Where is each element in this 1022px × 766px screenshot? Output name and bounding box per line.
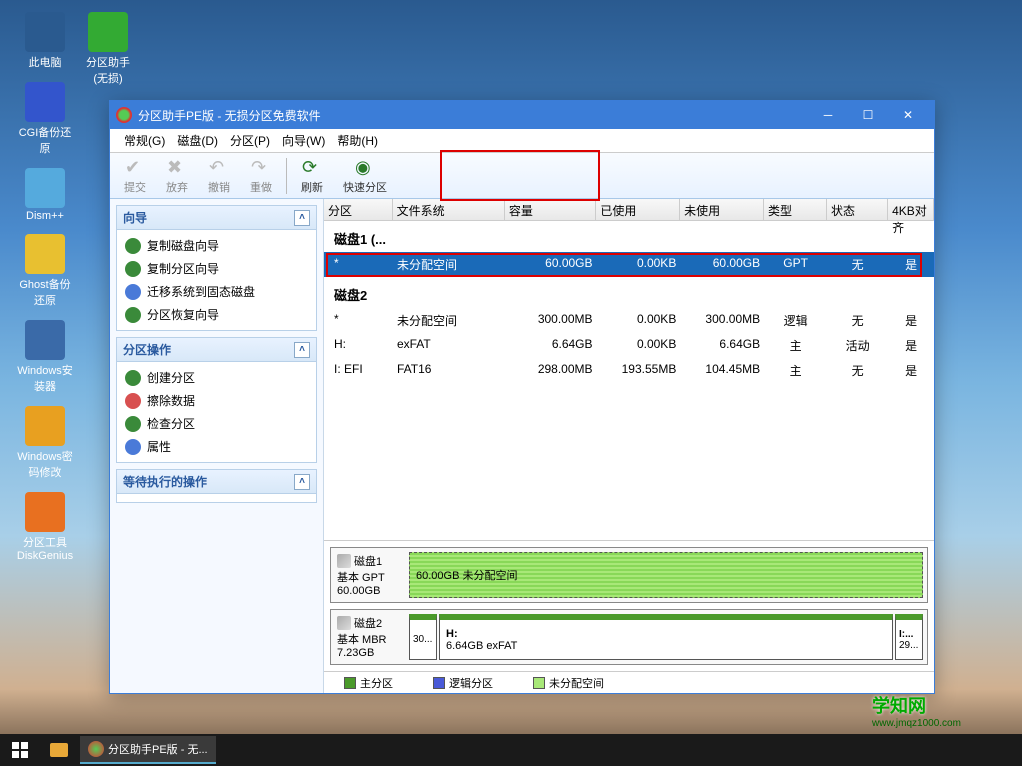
disk-header[interactable]: 磁盘1 (... (324, 221, 934, 252)
sidebar: 向导˄ 复制磁盘向导复制分区向导迁移系统到固态磁盘分区恢复向导分区操作˄ 创建分区擦… (110, 199, 324, 693)
titlebar[interactable]: 分区助手PE版 - 无损分区免费软件 ─ ☐ ✕ (110, 101, 934, 129)
panel-header[interactable]: 向导˄ (117, 206, 316, 230)
legend: 主分区 逻辑分区 未分配空间 (324, 671, 934, 693)
column-header[interactable]: 分区 (324, 199, 393, 220)
toolbar-撤销[interactable]: ↶撤销 (198, 155, 240, 197)
disk-info: 磁盘1基本 GPT60.00GB (335, 552, 405, 598)
column-header[interactable]: 4KB对齐 (888, 199, 934, 220)
desktop-icon[interactable]: 此电脑 (15, 10, 75, 72)
disk-map[interactable]: 磁盘1基本 GPT60.00GB60.00GB 未分配空间 (330, 547, 928, 603)
partition-row[interactable]: *未分配空间60.00GB0.00KB60.00GBGPT无是 (324, 252, 934, 277)
start-button[interactable] (0, 734, 40, 766)
sidebar-item[interactable]: 擦除数据 (119, 389, 314, 412)
partition-row[interactable]: H:exFAT6.64GB0.00KB6.64GB主活动是 (324, 333, 934, 358)
menu-item[interactable]: 常规(G) (118, 132, 171, 149)
sidebar-item[interactable]: 创建分区 (119, 366, 314, 389)
collapse-button[interactable]: ˄ (294, 210, 310, 226)
desktop-icon[interactable]: Windows密码修改 (15, 404, 75, 482)
menu-item[interactable]: 磁盘(D) (171, 132, 224, 149)
disk-segment[interactable]: H:6.64GB exFAT (439, 614, 893, 660)
taskbar-app[interactable]: 分区助手PE版 - 无... (80, 736, 216, 764)
disk-map[interactable]: 磁盘2基本 MBR7.23GB30...H:6.64GB exFATI:...2… (330, 609, 928, 665)
desktop-icon[interactable]: Windows安装器 (15, 318, 75, 396)
sidebar-item[interactable]: 检查分区 (119, 412, 314, 435)
column-header[interactable]: 文件系统 (393, 199, 505, 220)
column-header[interactable]: 未使用 (680, 199, 764, 220)
desktop-icon[interactable]: 分区工具DiskGenius (15, 490, 75, 564)
close-button[interactable]: ✕ (888, 101, 928, 129)
menu-item[interactable]: 分区(P) (224, 132, 276, 149)
desktop-icon[interactable]: 分区助手(无损) (78, 10, 138, 88)
app-window: 分区助手PE版 - 无损分区免费软件 ─ ☐ ✕ 常规(G)磁盘(D)分区(P)… (109, 100, 935, 694)
toolbar-重做[interactable]: ↷重做 (240, 155, 282, 197)
panel-header[interactable]: 等待执行的操作˄ (117, 470, 316, 494)
partition-row[interactable]: I: EFIFAT16298.00MB193.55MB104.45MB主无是 (324, 358, 934, 383)
column-header[interactable]: 已使用 (596, 199, 680, 220)
disk-segment[interactable]: I:...29... (895, 614, 923, 660)
disk-segment[interactable]: 60.00GB 未分配空间 (409, 552, 923, 598)
desktop-icon[interactable]: CGI备份还原 (15, 80, 75, 158)
disk-maps: 磁盘1基本 GPT60.00GB60.00GB 未分配空间磁盘2基本 MBR7.… (324, 540, 934, 671)
highlight-box (440, 150, 600, 201)
partition-row[interactable]: *未分配空间300.00MB0.00KB300.00MB逻辑无是 (324, 308, 934, 333)
maximize-button[interactable]: ☐ (848, 101, 888, 129)
column-header[interactable]: 类型 (764, 199, 827, 220)
collapse-button[interactable]: ˄ (294, 474, 310, 490)
toolbar-刷新[interactable]: ⟳刷新 (291, 155, 333, 197)
sidebar-panel: 向导˄ 复制磁盘向导复制分区向导迁移系统到固态磁盘分区恢复向导 (116, 205, 317, 331)
minimize-button[interactable]: ─ (808, 101, 848, 129)
taskbar-app-icon (88, 741, 104, 757)
sidebar-item[interactable]: 分区恢复向导 (119, 303, 314, 326)
column-headers: 分区文件系统容量已使用未使用类型状态4KB对齐 (324, 199, 934, 221)
column-header[interactable]: 状态 (827, 199, 888, 220)
column-header[interactable]: 容量 (505, 199, 596, 220)
sidebar-item[interactable]: 复制磁盘向导 (119, 234, 314, 257)
toolbar: ✔提交✖放弃↶撤销↷重做⟳刷新◉快速分区 (110, 153, 934, 199)
sidebar-item[interactable]: 属性 (119, 435, 314, 458)
desktop-icon[interactable]: Ghost备份还原 (15, 232, 75, 310)
desktop-icon[interactable]: Dism++ (15, 166, 75, 224)
menu-item[interactable]: 向导(W) (276, 132, 331, 149)
collapse-button[interactable]: ˄ (294, 342, 310, 358)
toolbar-提交[interactable]: ✔提交 (114, 155, 156, 197)
taskbar: 分区助手PE版 - 无... (0, 734, 1022, 766)
sidebar-panel: 分区操作˄ 创建分区擦除数据检查分区属性 (116, 337, 317, 463)
partition-list[interactable]: 磁盘1 (...*未分配空间60.00GB0.00KB60.00GBGPT无是磁… (324, 221, 934, 540)
desktop-icons-col1: 此电脑 CGI备份还原 Dism++ Ghost备份还原 Windows安装器 Windo… (15, 10, 75, 564)
window-title: 分区助手PE版 - 无损分区免费软件 (138, 107, 321, 124)
legend-item: 主分区 (344, 675, 393, 691)
taskbar-explorer[interactable] (42, 736, 76, 764)
sidebar-item[interactable]: 复制分区向导 (119, 257, 314, 280)
disk-info: 磁盘2基本 MBR7.23GB (335, 614, 405, 660)
toolbar-快速分区[interactable]: ◉快速分区 (333, 155, 397, 197)
sidebar-panel: 等待执行的操作˄ (116, 469, 317, 503)
sidebar-item[interactable]: 迁移系统到固态磁盘 (119, 280, 314, 303)
desktop-icons-col2: 分区助手(无损) (78, 10, 138, 88)
disk-segment[interactable]: 30... (409, 614, 437, 660)
legend-item: 未分配空间 (533, 675, 604, 691)
menu-item[interactable]: 帮助(H) (331, 132, 384, 149)
menubar: 常规(G)磁盘(D)分区(P)向导(W)帮助(H) (110, 129, 934, 153)
main-panel: 分区文件系统容量已使用未使用类型状态4KB对齐 磁盘1 (...*未分配空间60… (324, 199, 934, 693)
legend-item: 逻辑分区 (433, 675, 493, 691)
watermark: 学知网 www.jmqz1000.com (872, 692, 1022, 732)
panel-header[interactable]: 分区操作˄ (117, 338, 316, 362)
app-icon (116, 107, 132, 123)
toolbar-放弃[interactable]: ✖放弃 (156, 155, 198, 197)
disk-header[interactable]: 磁盘2 (324, 277, 934, 308)
